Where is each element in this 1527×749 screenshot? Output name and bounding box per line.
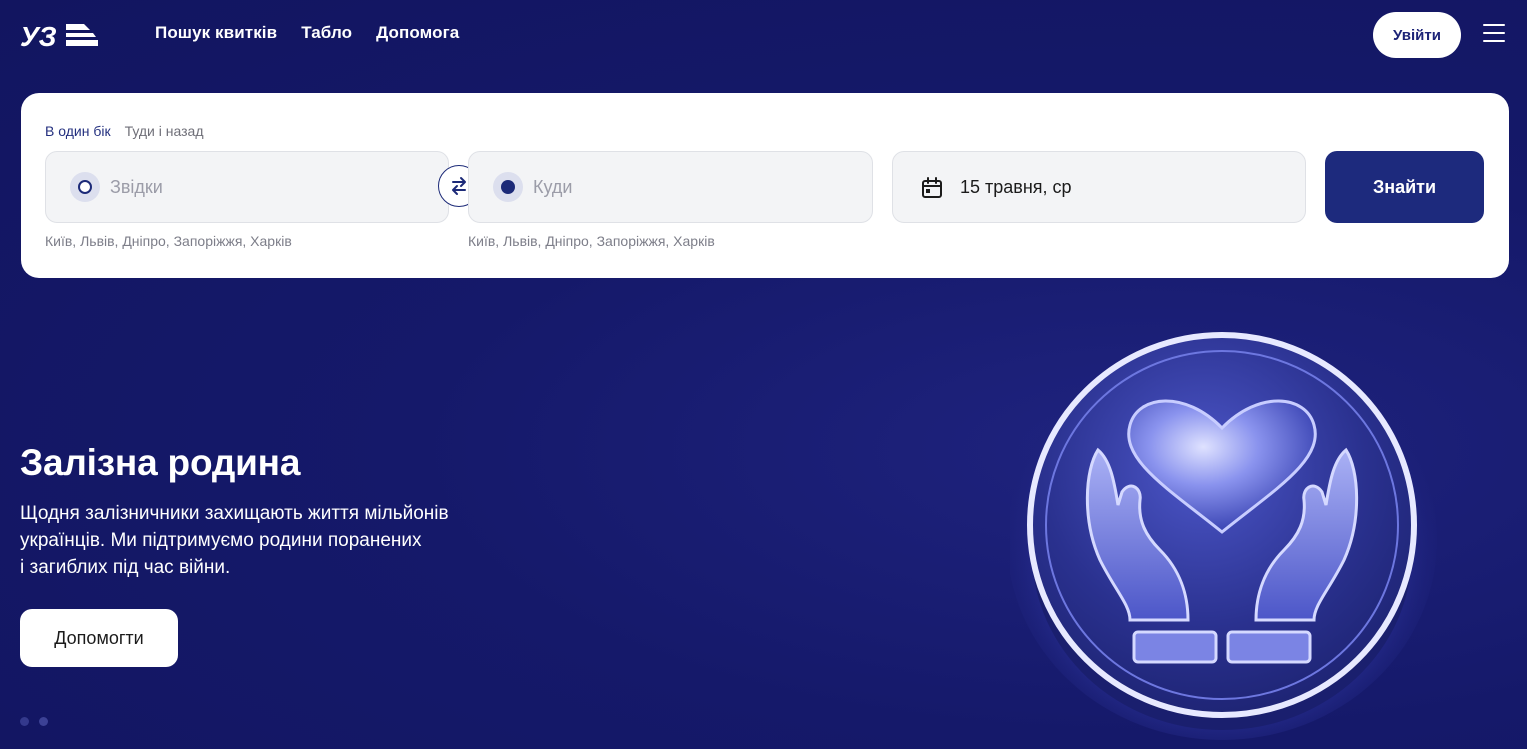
uz-logo[interactable]: УЗ [20,20,98,50]
nav-help[interactable]: Допомога [376,23,459,43]
to-suggestions[interactable]: Київ, Львів, Дніпро, Запоріжжя, Харків [468,233,715,249]
tab-one-way[interactable]: В один бік [45,123,111,139]
tab-round-trip[interactable]: Туди і назад [125,123,204,139]
calendar-icon [922,177,942,198]
main-nav: Пошук квитків Табло Допомога [155,23,459,43]
hamburger-menu-icon[interactable] [1483,24,1505,44]
heart-in-hands-icon [1010,332,1437,740]
login-button[interactable]: Увійти [1373,12,1461,58]
ticket-search-card: В один бік Туди і назад 15 травня, ср Зн… [21,93,1509,278]
svg-text:УЗ: УЗ [20,21,57,50]
top-header: УЗ Пошук квитків Табло Допомога Увійти [0,0,1527,70]
from-suggestions[interactable]: Київ, Львів, Дніпро, Запоріжжя, Харків [45,233,292,249]
carousel-dot-1[interactable] [20,717,29,726]
to-field[interactable] [468,151,873,223]
to-input[interactable] [533,170,853,204]
destination-marker-icon [493,172,523,202]
from-field[interactable] [45,151,449,223]
help-button[interactable]: Допомогти [20,609,178,667]
carousel-dots [20,717,48,726]
carousel-dot-2[interactable] [39,717,48,726]
date-field[interactable]: 15 травня, ср [892,151,1306,223]
origin-marker-icon [70,172,100,202]
hero-description: Щодня залізничники захищають життя мільй… [20,503,449,578]
swap-arrows-icon [452,177,466,195]
nav-board[interactable]: Табло [301,23,352,43]
selected-date: 15 травня, ср [960,177,1072,197]
search-button[interactable]: Знайти [1325,151,1484,223]
hero-title: Залізна родина [20,442,301,483]
trip-type-tabs: В один бік Туди і назад [45,123,204,139]
nav-ticket-search[interactable]: Пошук квитків [155,23,277,43]
from-input[interactable] [110,170,430,204]
